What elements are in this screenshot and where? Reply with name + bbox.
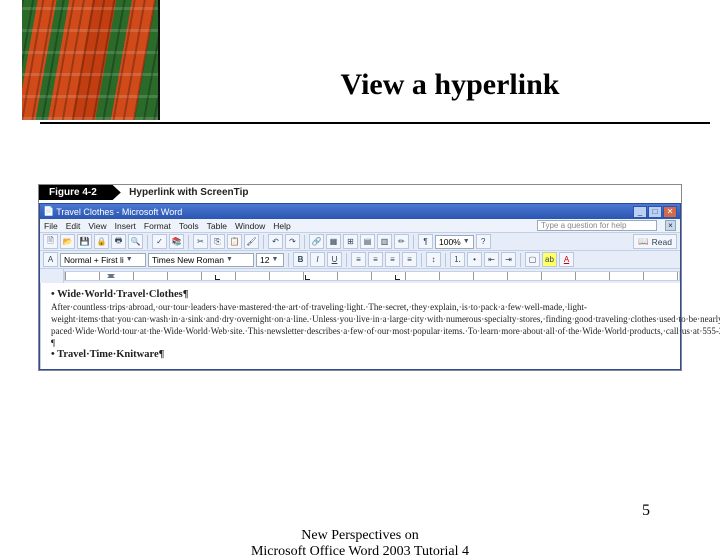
font-select[interactable]: Times New Roman▼	[148, 253, 254, 267]
cut-icon[interactable]: ✂	[193, 234, 208, 249]
align-right-icon[interactable]: ≡	[385, 252, 400, 267]
doc-heading-2: • Travel·Time·Knitware¶	[51, 349, 720, 361]
help-search-input[interactable]: Type a question for help	[537, 220, 657, 231]
font-color-icon[interactable]: A	[559, 252, 574, 267]
horizontal-ruler[interactable]	[64, 271, 680, 281]
spell-icon[interactable]: ✓	[152, 234, 167, 249]
italic-icon[interactable]: I	[310, 252, 325, 267]
highlight-icon[interactable]: ab	[542, 252, 557, 267]
research-icon[interactable]: 📚	[169, 234, 184, 249]
show-marks-icon[interactable]: ¶	[418, 234, 433, 249]
figure-label: Figure 4-2 Hyperlink with ScreenTip	[39, 185, 681, 203]
print-icon[interactable]: 🖶	[111, 234, 126, 249]
slide-title: View a hyperlink	[0, 68, 720, 102]
document-title: Travel Clothes - Microsoft Word	[54, 207, 633, 217]
paste-icon[interactable]: 📋	[227, 234, 242, 249]
app-icon: 📄	[43, 206, 54, 217]
align-left-icon[interactable]: ≡	[351, 252, 366, 267]
styles-pane-icon[interactable]: A	[43, 252, 58, 267]
justify-icon[interactable]: ≡	[402, 252, 417, 267]
menu-help[interactable]: Help	[273, 221, 290, 231]
menu-bar: File Edit View Insert Format Tools Table…	[40, 219, 680, 233]
document-page[interactable]: • Wide·World·Travel·Clothes¶ After·count…	[41, 283, 720, 369]
numbering-icon[interactable]: ⒈	[450, 252, 465, 267]
close-button[interactable]: ✕	[663, 206, 677, 218]
blank-paragraph: ¶	[51, 337, 720, 349]
menu-tools[interactable]: Tools	[179, 221, 199, 231]
excel-icon[interactable]: ▤	[360, 234, 375, 249]
format-painter-icon[interactable]: 🖌	[244, 234, 259, 249]
maximize-button[interactable]: □	[648, 206, 662, 218]
permission-icon[interactable]: 🔒	[94, 234, 109, 249]
figure-caption: Hyperlink with ScreenTip	[129, 185, 248, 198]
ruler-area	[40, 269, 680, 283]
menu-insert[interactable]: Insert	[115, 221, 136, 231]
borders-icon[interactable]: ▢	[525, 252, 540, 267]
undo-icon[interactable]: ↶	[268, 234, 283, 249]
columns-icon[interactable]: ▥	[377, 234, 392, 249]
preview-icon[interactable]: 🔍	[128, 234, 143, 249]
save-icon[interactable]: 💾	[77, 234, 92, 249]
insert-table-icon[interactable]: ⊞	[343, 234, 358, 249]
footer-line2: Microsoft Office Word 2003 Tutorial 4	[0, 544, 720, 560]
menu-file[interactable]: File	[44, 221, 58, 231]
page-number: 5	[642, 502, 650, 520]
menu-edit[interactable]: Edit	[66, 221, 81, 231]
footer-line1: New Perspectives on	[0, 528, 720, 544]
hyperlink-icon[interactable]: 🔗	[309, 234, 324, 249]
menu-table[interactable]: Table	[207, 221, 227, 231]
align-center-icon[interactable]: ≡	[368, 252, 383, 267]
doc-paragraph: After·countless·trips·abroad,·our·tour·l…	[51, 302, 720, 336]
redo-icon[interactable]: ↷	[285, 234, 300, 249]
outdent-icon[interactable]: ⇤	[484, 252, 499, 267]
help-icon[interactable]: ?	[476, 234, 491, 249]
tables-icon[interactable]: ▦	[326, 234, 341, 249]
figure-number: Figure 4-2	[39, 185, 121, 200]
bullets-icon[interactable]: •	[467, 252, 482, 267]
menu-window[interactable]: Window	[235, 221, 265, 231]
menu-format[interactable]: Format	[144, 221, 171, 231]
drawing-icon[interactable]: ✏	[394, 234, 409, 249]
menu-view[interactable]: View	[88, 221, 106, 231]
decorative-photo	[22, 0, 160, 120]
zoom-select[interactable]: 100%▼	[435, 235, 474, 249]
underline-icon[interactable]: U	[327, 252, 342, 267]
read-button[interactable]: 📖Read	[633, 234, 677, 249]
new-icon[interactable]: 🗎	[43, 234, 58, 249]
doc-close-button[interactable]: ×	[665, 220, 676, 231]
open-icon[interactable]: 📂	[60, 234, 75, 249]
line-spacing-icon[interactable]: ↕	[426, 252, 441, 267]
copy-icon[interactable]: ⎘	[210, 234, 225, 249]
title-rule	[40, 122, 710, 124]
word-window: 📄 Travel Clothes - Microsoft Word _ □ ✕ …	[39, 203, 681, 370]
document-area: • Wide·World·Travel·Clothes¶ After·count…	[40, 283, 680, 369]
size-select[interactable]: 12▼	[256, 253, 284, 267]
minimize-button[interactable]: _	[633, 206, 647, 218]
title-bar: 📄 Travel Clothes - Microsoft Word _ □ ✕	[40, 204, 680, 219]
doc-heading-1: • Wide·World·Travel·Clothes¶	[51, 289, 720, 301]
standard-toolbar: 🗎 📂 💾 🔒 🖶 🔍 ✓ 📚 ✂ ⎘ 📋 🖌 ↶ ↷ 🔗 ▦ ⊞ ▤ ▥ ✏	[40, 233, 680, 251]
figure-screenshot: Figure 4-2 Hyperlink with ScreenTip 📄 Tr…	[38, 184, 682, 371]
indent-icon[interactable]: ⇥	[501, 252, 516, 267]
bold-icon[interactable]: B	[293, 252, 308, 267]
formatting-toolbar: A Normal + First li▼ Times New Roman▼ 12…	[40, 251, 680, 269]
style-select[interactable]: Normal + First li▼	[60, 253, 146, 267]
